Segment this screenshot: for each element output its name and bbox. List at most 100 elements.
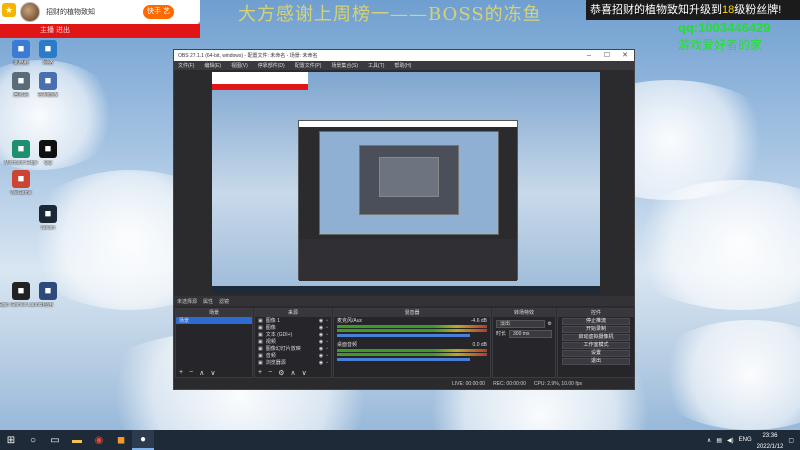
menu-item[interactable]: 场景集合(S): [331, 62, 358, 69]
source-label: 浏览器源: [265, 359, 286, 366]
volume-icon[interactable]: ◀): [727, 437, 734, 444]
maximize-button[interactable]: ☐: [598, 50, 616, 61]
promo-level: 18: [722, 4, 735, 16]
mixer-dock: 混音器 麦克风/Aux -4.6 dB 桌面音频 0.0 dB: [333, 308, 491, 378]
lock-icon[interactable]: ▫: [326, 353, 328, 359]
obs-preview[interactable]: [212, 72, 600, 294]
visibility-icon[interactable]: ◉: [319, 360, 323, 366]
source-item[interactable]: ▣ 音频 ◉ ▫: [255, 352, 331, 359]
channel-level: 0.0 dB: [472, 341, 487, 348]
menu-item[interactable]: 视图(V): [231, 62, 248, 69]
control-button[interactable]: 启动虚拟摄像机: [562, 334, 630, 341]
notification-name: 招财的植物致知: [46, 9, 95, 16]
control-button[interactable]: 退出: [562, 358, 630, 365]
sources-dock: 来源 ▣ 图像 1 ◉ ▫ ▣ 图像 ◉ ▫ ▣ 文本 (GDI+) ◉ ▫ ▣ 视频 ◉ ▫ ▣ 图像幻灯片放映…: [254, 308, 332, 378]
lock-icon[interactable]: ▫: [326, 360, 328, 366]
qq-number: qq:1003446429: [678, 20, 771, 35]
source-settings-icon[interactable]: ⚙: [278, 369, 284, 377]
visibility-icon[interactable]: ◉: [319, 353, 323, 359]
visibility-icon[interactable]: ◉: [319, 339, 323, 345]
menu-item[interactable]: 工具(T): [368, 62, 384, 69]
desktop-shortcut[interactable]: ■ 网络: [26, 40, 70, 66]
transitions-header: 转场特效: [493, 309, 555, 317]
menu-item[interactable]: 帮助(H): [394, 62, 411, 69]
transitions-dock: 转场特效 淡出 ⚙ 时长 300 ms: [492, 308, 556, 378]
desktop-shortcut[interactable]: ■ QQ: [26, 140, 70, 166]
desktop-shortcut[interactable]: ■ 控制面板: [26, 72, 70, 98]
visibility-icon[interactable]: ◉: [319, 318, 323, 324]
menu-item[interactable]: 编辑(E): [204, 62, 221, 69]
clock[interactable]: 23:36 2022/1/12: [757, 429, 784, 450]
taskbar: ⊞ ○ ▭ ▬ ◉ ◼ ● ∧ ▤ ◀) ENG 23:36 2022/1/12…: [0, 430, 800, 450]
desktop-shortcut[interactable]: ■ Steam: [26, 205, 70, 231]
duration-label: 时长: [496, 330, 507, 337]
visibility-icon[interactable]: ◉: [319, 325, 323, 331]
close-button[interactable]: ✕: [616, 50, 634, 61]
source-item[interactable]: ▣ 图像 ◉ ▫: [255, 324, 331, 331]
promo-name: 招财的植物致知: [612, 4, 689, 16]
lock-icon[interactable]: ▫: [326, 332, 328, 338]
task-view-icon[interactable]: ▭: [44, 430, 66, 450]
volume-meter: [337, 325, 487, 328]
filters-button[interactable]: 滤镜: [219, 298, 229, 305]
source-down-icon[interactable]: ∨: [302, 369, 307, 377]
network-icon[interactable]: ▤: [716, 437, 722, 444]
file-explorer-icon[interactable]: ▬: [66, 430, 88, 450]
mixer-channel: 麦克风/Aux -4.6 dB: [334, 317, 490, 337]
desktop-shortcut-label: 控制面板: [37, 92, 58, 98]
obs-title: OBS 27.1.1 (64-bit, windows) - 配置文件: 未命名…: [178, 53, 318, 59]
menu-item[interactable]: 文件(F): [178, 62, 194, 69]
move-down-icon[interactable]: ∨: [210, 369, 215, 377]
move-up-icon[interactable]: ∧: [199, 369, 204, 377]
visibility-icon[interactable]: ◉: [319, 332, 323, 338]
remove-source-icon[interactable]: −: [268, 369, 272, 376]
source-label: 图像幻灯片放映: [265, 345, 301, 352]
obs-taskbar-icon[interactable]: ●: [132, 430, 154, 450]
source-item[interactable]: ▣ 浏览器源 ◉ ▫: [255, 359, 331, 366]
lock-icon[interactable]: ▫: [326, 325, 328, 331]
network-icon: ■: [39, 40, 57, 58]
status-text: LIVE: 00:00:00: [452, 381, 486, 387]
source-item[interactable]: ▣ 文本 (GDI+) ◉ ▫: [255, 331, 331, 338]
chrome-icon[interactable]: ◉: [88, 430, 110, 450]
remove-scene-icon[interactable]: −: [189, 369, 193, 376]
control-button[interactable]: 停止推流: [562, 318, 630, 325]
properties-button[interactable]: 属性: [203, 298, 213, 305]
search-icon[interactable]: ○: [22, 430, 44, 450]
gift-badge-icon: ★: [2, 3, 16, 17]
volume-slider[interactable]: [337, 334, 470, 337]
menu-item[interactable]: 配置文件(P): [295, 62, 322, 69]
source-up-icon[interactable]: ∧: [290, 369, 295, 377]
control-button[interactable]: 开始录制: [562, 326, 630, 333]
scene-item[interactable]: 场景: [176, 317, 252, 324]
source-item[interactable]: ▣ 视频 ◉ ▫: [255, 338, 331, 345]
transition-settings-icon[interactable]: ⚙: [548, 321, 552, 327]
transition-select[interactable]: 淡出: [496, 319, 545, 328]
app-icon[interactable]: ◼: [110, 430, 132, 450]
control-button[interactable]: 工作室模式: [562, 342, 630, 349]
menu-item[interactable]: 停靠部件(D): [258, 62, 285, 69]
visibility-icon[interactable]: ◉: [319, 346, 323, 352]
start-button[interactable]: ⊞: [0, 430, 22, 450]
promo-suffix: 级粉丝牌!: [734, 4, 782, 16]
source-item[interactable]: ▣ 图像幻灯片放映 ◉ ▫: [255, 345, 331, 352]
chevron-up-icon[interactable]: ∧: [707, 437, 711, 444]
add-scene-icon[interactable]: +: [179, 369, 183, 376]
volume-slider[interactable]: [337, 358, 470, 361]
lock-icon[interactable]: ▫: [326, 339, 328, 345]
language-indicator[interactable]: ENG: [739, 437, 752, 443]
desktop-shortcut-label: WeGame: [10, 190, 32, 196]
notification-icon[interactable]: ▢: [788, 437, 794, 444]
promo-prefix: 恭喜: [590, 4, 612, 16]
app-icon: ■: [39, 282, 57, 300]
mixer-header: 混音器: [334, 309, 490, 317]
desktop-shortcut[interactable]: ■ 应用: [26, 282, 70, 308]
duration-input[interactable]: 300 ms: [509, 329, 552, 338]
control-button[interactable]: 设置: [562, 350, 630, 357]
desktop-shortcut[interactable]: ■ WeGame: [0, 170, 43, 196]
minimize-button[interactable]: –: [580, 50, 598, 61]
source-item[interactable]: ▣ 图像 1 ◉ ▫: [255, 317, 331, 324]
lock-icon[interactable]: ▫: [326, 346, 328, 352]
add-source-icon[interactable]: +: [258, 369, 262, 376]
lock-icon[interactable]: ▫: [326, 318, 328, 324]
